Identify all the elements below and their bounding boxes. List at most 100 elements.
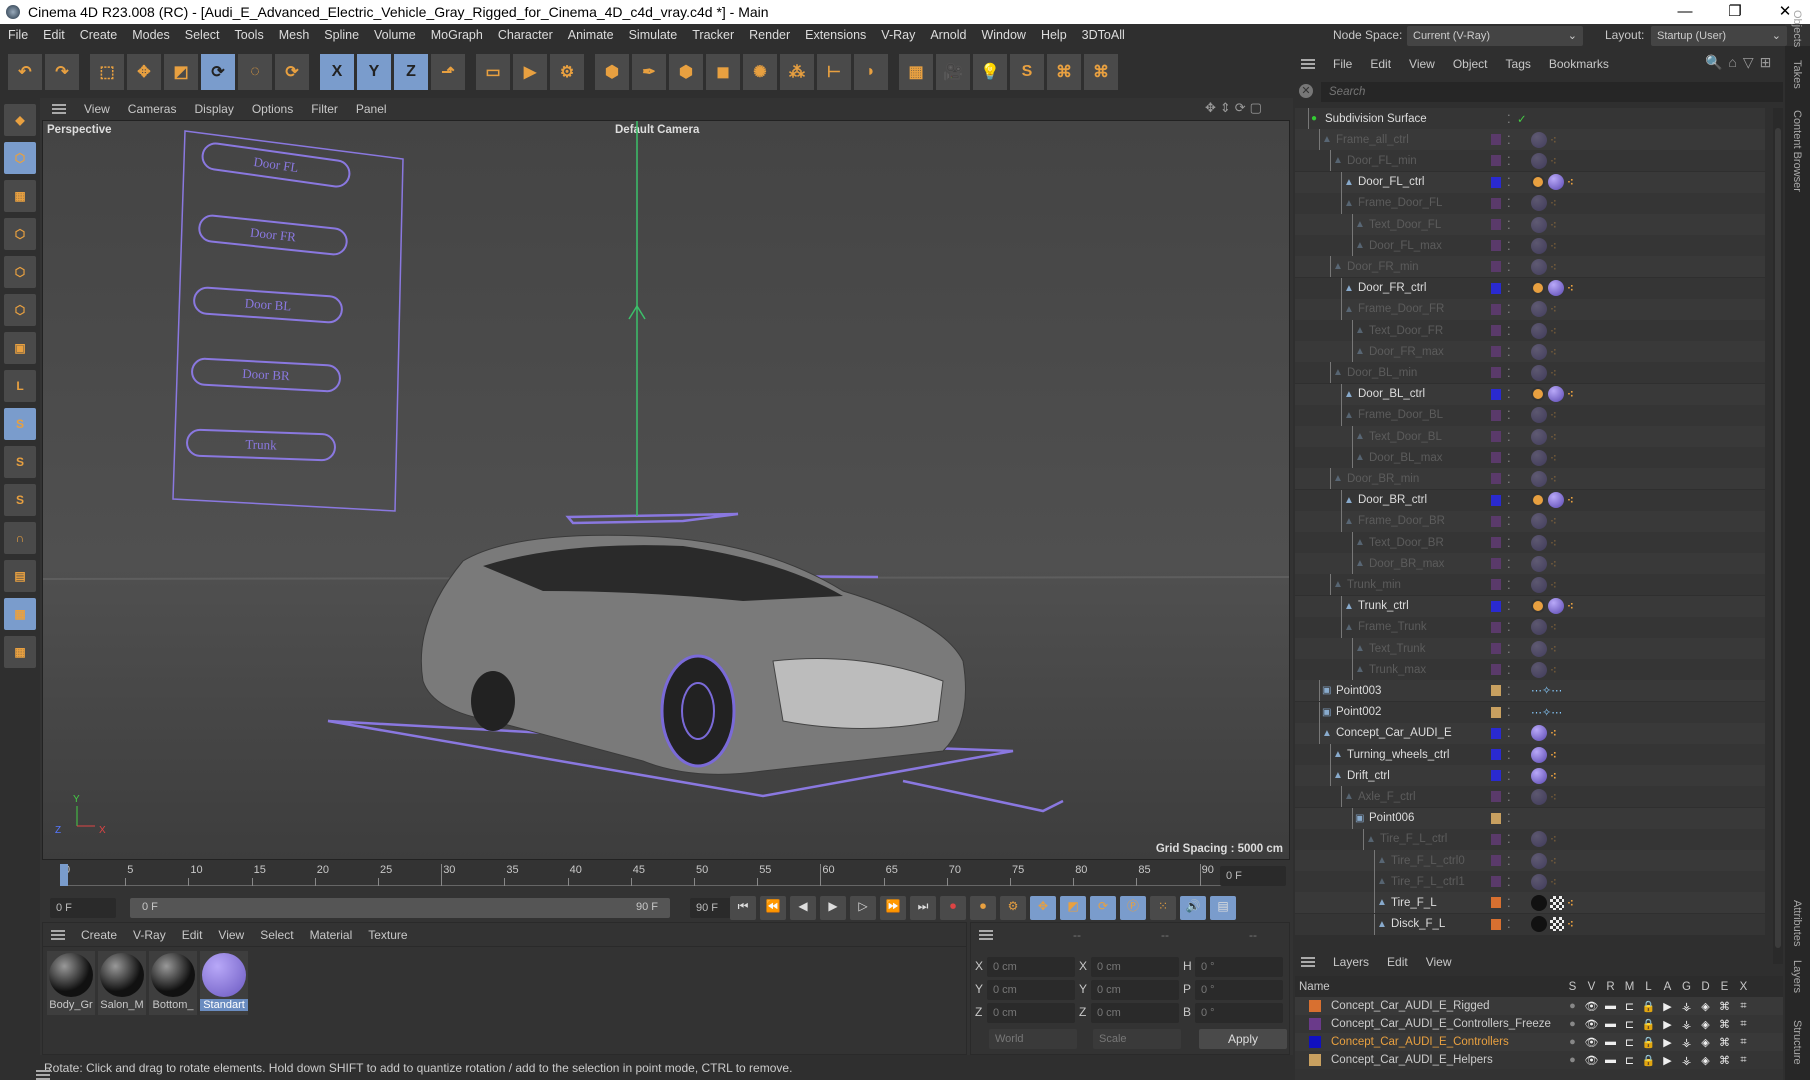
tree-row[interactable]: ▲ Disck_F_L ⁚ ⁖ <box>1295 913 1765 935</box>
protection-tag-icon[interactable] <box>1531 493 1545 508</box>
start-frame-field[interactable]: 0 F <box>50 898 116 918</box>
material-tag-icon[interactable] <box>1531 916 1547 933</box>
tree-row[interactable]: ▲ Text_Door_BR ⁚ ⁖ <box>1295 532 1765 553</box>
material-tag-icon[interactable] <box>1531 470 1547 487</box>
material-tag-icon[interactable] <box>1531 513 1547 530</box>
layer-color-swatch[interactable] <box>1491 325 1501 336</box>
xpresso-tag-icon[interactable]: ⁖ <box>1550 769 1557 783</box>
layer-color-swatch[interactable] <box>1491 727 1501 739</box>
layer-color-swatch[interactable] <box>1491 452 1501 464</box>
tree-row[interactable]: ▲ Frame_Door_FR ⁚ ⁖ <box>1295 298 1765 320</box>
layer-toggle-m-icon[interactable]: ⊏ <box>1620 1000 1639 1013</box>
tree-row[interactable]: ▲ Tire_F_L_ctrl1 ⁚ ⁖ <box>1295 871 1765 893</box>
extrude-icon[interactable]: ◼ <box>706 54 740 90</box>
timeline-window-icon[interactable]: ▤ <box>1210 896 1236 920</box>
coord-field[interactable]: 0 cm <box>1091 957 1179 977</box>
menu-mograph[interactable]: MoGraph <box>431 28 483 42</box>
axis-mode-icon[interactable]: L <box>4 370 36 402</box>
layer-toggle-v-icon[interactable]: 👁 <box>1582 1054 1601 1067</box>
layer-color-swatch[interactable] <box>1491 113 1501 124</box>
layer-color-swatch[interactable] <box>1491 706 1501 718</box>
layer-toggle-a-icon[interactable]: ▶ <box>1658 1036 1677 1049</box>
menu-help[interactable]: Help <box>1041 28 1067 42</box>
viewport-menu-icon[interactable] <box>52 104 66 114</box>
menu-tools[interactable]: Tools <box>235 28 264 42</box>
layer-toggle-e-icon[interactable]: ⌘ <box>1715 1000 1734 1013</box>
visibility-dots-icon[interactable]: ⁚ <box>1507 790 1511 804</box>
layers-menu-icon[interactable] <box>1301 957 1315 967</box>
viewport-menu-view[interactable]: View <box>84 102 110 116</box>
apply-button[interactable]: Apply <box>1199 1029 1287 1049</box>
record-button[interactable]: ⏺ <box>940 896 966 920</box>
current-frame-field[interactable]: 0 F <box>1220 866 1286 886</box>
snap-s2-icon[interactable]: S <box>4 446 36 478</box>
material-tag-icon[interactable] <box>1548 598 1564 615</box>
visibility-dots-icon[interactable]: ⁚ <box>1507 811 1511 825</box>
tree-row[interactable]: ▲ Door_FR_max ⁚ ⁖ <box>1295 341 1765 363</box>
objects-menu-view[interactable]: View <box>1409 57 1435 71</box>
coord-field[interactable]: 0 ° <box>1195 1003 1283 1023</box>
visibility-dots-icon[interactable]: ⁚ <box>1507 854 1511 868</box>
layer-toggle-s-icon[interactable]: ● <box>1563 1054 1582 1066</box>
material-menu-v-ray[interactable]: V-Ray <box>133 928 166 942</box>
layer-color-swatch[interactable] <box>1491 515 1501 527</box>
layer-color-swatch[interactable] <box>1491 282 1501 294</box>
tree-row[interactable]: ▲ Frame_all_ctrl ⁚ ⁖ <box>1295 129 1765 151</box>
key-rotation-icon[interactable]: ⟳ <box>1090 896 1116 920</box>
layer-column-x[interactable]: X <box>1734 981 1753 993</box>
layer-column-a[interactable]: A <box>1658 981 1677 993</box>
xpresso-tag-icon[interactable]: ⁖ <box>1550 260 1557 274</box>
side-tab-attributes[interactable]: Attributes <box>1791 900 1803 946</box>
objects-menu-edit[interactable]: Edit <box>1370 57 1391 71</box>
visibility-dots-icon[interactable]: ⁚ <box>1507 748 1511 762</box>
layer-name[interactable]: Concept_Car_AUDI_E_Controllers <box>1331 1036 1563 1048</box>
visibility-dots-icon[interactable]: ⁚ <box>1507 408 1511 422</box>
visibility-dots-icon[interactable]: ⁚ <box>1507 366 1511 380</box>
layers-menu-view[interactable]: View <box>1426 955 1452 969</box>
xpresso-tag-icon[interactable]: ⁖ <box>1567 493 1574 507</box>
visibility-dots-icon[interactable]: ⁚ <box>1507 387 1511 401</box>
xpresso-tag-icon[interactable]: ⁖ <box>1550 345 1557 359</box>
xpresso-tag-icon[interactable]: ⁖ <box>1550 620 1557 634</box>
side-tab-structure[interactable]: Structure <box>1791 1020 1803 1065</box>
coord-field[interactable]: 0 cm <box>987 1003 1075 1023</box>
subdivision-icon[interactable]: ⬢ <box>669 54 703 90</box>
menu-3dtoall[interactable]: 3DToAll <box>1082 28 1125 42</box>
layer-color-swatch[interactable] <box>1491 346 1501 358</box>
layer-color-swatch[interactable] <box>1491 409 1501 421</box>
xpresso-tag-icon[interactable]: ⁖ <box>1550 790 1557 804</box>
xpresso-tag-icon[interactable]: ⁖ <box>1567 281 1574 295</box>
material-tag-icon[interactable] <box>1548 280 1564 297</box>
key-scale-icon[interactable]: ◩ <box>1060 896 1086 920</box>
objects-menu-tags[interactable]: Tags <box>1506 57 1531 71</box>
layer-column-m[interactable]: M <box>1620 981 1639 993</box>
menu-file[interactable]: File <box>8 28 28 42</box>
layer-color-swatch[interactable] <box>1491 219 1501 230</box>
layer-toggle-r-icon[interactable]: ▬ <box>1601 1000 1620 1012</box>
visibility-dots-icon[interactable]: ⁚ <box>1507 726 1511 740</box>
material-tag-icon[interactable] <box>1531 322 1547 339</box>
tree-row[interactable]: ▲ Concept_Car_AUDI_E ⁚ ⁖ <box>1295 722 1765 744</box>
tree-row[interactable]: ● Subdivision Surface ⁚ ✓ <box>1295 108 1765 129</box>
xpresso-tag-icon[interactable]: ⁖ <box>1550 239 1557 253</box>
layer-toggle-x-icon[interactable]: ⌗ <box>1734 1000 1753 1013</box>
layer-color-swatch[interactable] <box>1491 431 1501 442</box>
layer-color-swatch[interactable] <box>1491 876 1501 888</box>
visibility-dots-icon[interactable]: ⁚ <box>1507 112 1511 126</box>
xpresso-tag-icon[interactable]: ⁖ <box>1550 366 1557 380</box>
undo-icon[interactable]: ↶ <box>8 54 42 90</box>
playhead[interactable] <box>60 864 68 886</box>
xpresso-tag-icon[interactable]: ⁖ <box>1550 726 1557 740</box>
material-tag-icon[interactable] <box>1531 831 1547 848</box>
layer-color-swatch[interactable] <box>1491 897 1501 909</box>
tree-row[interactable]: ▲ Door_FL_max ⁚ ⁖ <box>1295 235 1765 257</box>
tree-row[interactable]: ▲ Door_BR_max ⁚ ⁖ <box>1295 553 1765 575</box>
material-tag-icon[interactable] <box>1531 364 1547 381</box>
tree-row[interactable]: ▲ Tire_F_L ⁚ ⁖ <box>1295 892 1765 914</box>
layer-row[interactable]: Concept_Car_AUDI_E_Rigged ● 👁 ▬ ⊏ 🔒 ▶ ⚶ ◈ ⌘ ⌗ <box>1295 997 1783 1015</box>
material-menu-view[interactable]: View <box>218 928 244 942</box>
protection-tag-icon[interactable] <box>1531 387 1545 402</box>
coord-field[interactable]: 0 cm <box>1091 1003 1179 1023</box>
play-button[interactable]: ▶ <box>820 896 846 920</box>
visibility-dots-icon[interactable]: ⁚ <box>1507 345 1511 359</box>
